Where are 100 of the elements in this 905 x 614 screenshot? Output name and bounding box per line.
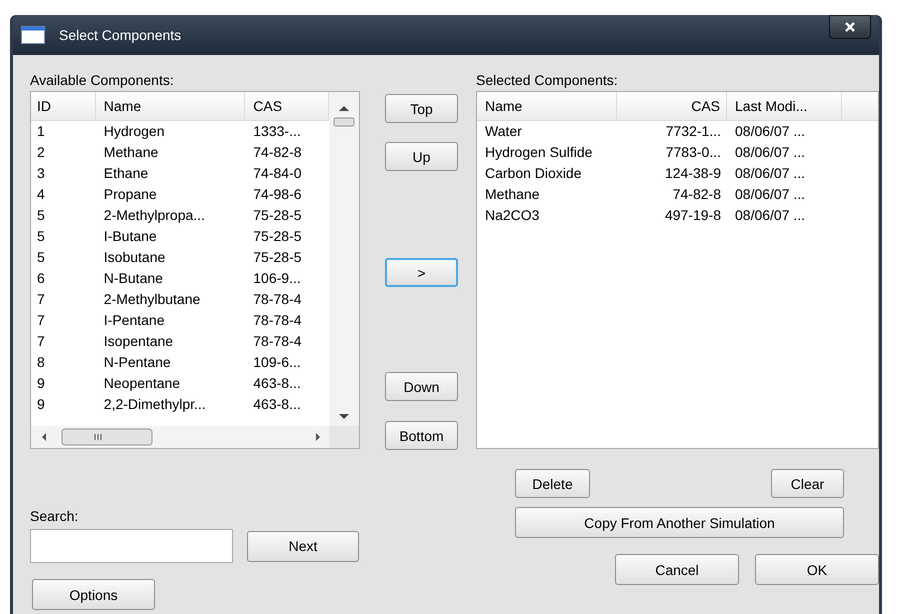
name-cell-text: Na2CO3 — [484, 206, 540, 225]
list-row[interactable]: 7 I-Pentane 78-78-4 — [31, 310, 329, 331]
list-row[interactable]: 9 Neopentane 463-8... — [31, 373, 329, 394]
clear-button[interactable]: Clear — [771, 469, 844, 498]
cas-cell-text: 109-6... — [252, 353, 302, 372]
list-row[interactable]: 7 Isopentane 78-78-4 — [31, 331, 329, 352]
cas-cell-text: 497-19-8 — [664, 206, 722, 225]
list-row[interactable]: Water 7732-1... 08/06/07 ... — [477, 121, 878, 142]
name-cell-text: 2,2-Dimethylpr... — [102, 395, 207, 414]
cas-cell-text: 75-28-5 — [252, 206, 303, 225]
column-header[interactable]: CAS — [617, 92, 727, 120]
name-cell-text: 2-Methylbutane — [102, 290, 202, 309]
scroll-down-icon[interactable] — [339, 414, 349, 419]
scrollbar-corner — [329, 426, 359, 448]
id-cell-text: 8 — [36, 353, 46, 372]
scroll-thumb[interactable] — [62, 428, 152, 446]
name-cell-text: Carbon Dioxide — [484, 164, 582, 183]
cas-cell-text: 7732-1... — [664, 122, 722, 141]
name-cell-text: Ethane — [102, 164, 150, 183]
date-cell-text: 08/06/07 ... — [734, 185, 806, 204]
list-row[interactable]: Hydrogen Sulfide 7783-0... 08/06/07 ... — [477, 142, 878, 163]
name-cell-text: Hydrogen — [102, 122, 166, 141]
name-cell-text: N-Butane — [102, 269, 164, 288]
cas-cell-text: 78-78-4 — [252, 311, 303, 330]
cas-cell-text: 75-28-5 — [252, 227, 303, 246]
list-row[interactable]: 7 2-Methylbutane 78-78-4 — [31, 289, 329, 310]
window-title: Select Components — [59, 27, 182, 43]
column-header[interactable]: Last Modi... — [727, 92, 842, 120]
name-cell-text: Isopentane — [102, 332, 174, 351]
ok-button[interactable]: OK — [755, 554, 879, 585]
list-row[interactable]: Methane 74-82-8 08/06/07 ... — [477, 184, 878, 205]
cas-cell-text: 1333-... — [252, 122, 302, 141]
list-row[interactable]: 1 Hydrogen 1333-... — [31, 121, 329, 142]
name-cell-text: N-Pentane — [102, 353, 172, 372]
list-row[interactable]: 2 Methane 74-82-8 — [31, 142, 329, 163]
scroll-left-icon[interactable] — [42, 433, 46, 441]
list-row[interactable]: 4 Propane 74-98-6 — [31, 184, 329, 205]
cas-cell-text: 463-8... — [252, 374, 302, 393]
list-row[interactable]: Na2CO3 497-19-8 08/06/07 ... — [477, 205, 878, 226]
name-cell-text: 2-Methylpropa... — [102, 206, 206, 225]
horizontal-scrollbar[interactable] — [31, 426, 329, 448]
list-row[interactable]: 3 Ethane 74-84-0 — [31, 163, 329, 184]
id-cell-text: 1 — [36, 122, 46, 141]
list-row[interactable]: Carbon Dioxide 124-38-9 08/06/07 ... — [477, 163, 878, 184]
next-button[interactable]: Next — [247, 530, 359, 562]
id-cell-text: 9 — [36, 374, 46, 393]
list-row[interactable]: 5 I-Butane 75-28-5 — [31, 226, 329, 247]
id-cell-text: 2 — [36, 143, 46, 162]
cas-cell-text: 78-78-4 — [252, 332, 303, 351]
name-cell-text: Water — [484, 122, 523, 141]
name-cell-text: Propane — [102, 185, 158, 204]
date-cell-text: 08/06/07 ... — [734, 206, 806, 225]
column-header[interactable]: Name — [96, 92, 246, 120]
delete-button[interactable]: Delete — [515, 469, 590, 498]
list-row[interactable]: 5 Isobutane 75-28-5 — [31, 247, 329, 268]
cas-cell-text: 74-84-0 — [252, 164, 303, 183]
move-button[interactable]: > — [385, 258, 458, 287]
search-label: Search: — [30, 508, 78, 524]
section-label: Available Components: — [30, 71, 175, 90]
cas-cell-text: 7783-0... — [664, 143, 722, 162]
cancel-button[interactable]: Cancel — [615, 554, 739, 585]
list-row[interactable]: 9 2,2-Dimethylpr... 463-8... — [31, 394, 329, 415]
id-cell-text: 5 — [36, 248, 46, 267]
list-row[interactable]: 6 N-Butane 106-9... — [31, 268, 329, 289]
name-cell-text: I-Butane — [102, 227, 158, 246]
scroll-thumb[interactable] — [334, 118, 354, 126]
date-cell-text: 08/06/07 ... — [734, 122, 806, 141]
date-cell-text: 08/06/07 ... — [734, 164, 806, 183]
name-cell-text: Neopentane — [102, 374, 182, 393]
copy-button[interactable]: Copy From Another Simulation — [515, 507, 844, 538]
cas-cell-text: 106-9... — [252, 269, 302, 288]
cas-cell-text: 78-78-4 — [252, 290, 303, 309]
id-cell-text: 7 — [36, 311, 46, 330]
vertical-scrollbar[interactable] — [329, 92, 359, 426]
name-cell-text: Isobutane — [102, 248, 166, 267]
list-row[interactable]: 5 2-Methylpropa... 75-28-5 — [31, 205, 329, 226]
id-cell-text: 9 — [36, 395, 46, 414]
list-row[interactable]: 8 N-Pentane 109-6... — [31, 352, 329, 373]
cas-cell-text: 463-8... — [252, 395, 302, 414]
close-button[interactable] — [829, 15, 871, 39]
options-button[interactable]: Options — [32, 579, 155, 610]
scroll-right-icon[interactable] — [316, 433, 320, 441]
cas-cell-text: 74-82-8 — [672, 185, 722, 204]
move-button[interactable]: Down — [385, 372, 458, 401]
cas-cell-text: 124-38-9 — [664, 164, 722, 183]
search-field[interactable] — [30, 529, 233, 563]
id-cell-text: 3 — [36, 164, 46, 183]
column-header[interactable]: Name — [477, 92, 617, 120]
close-icon — [844, 21, 856, 33]
move-button[interactable]: Bottom — [385, 421, 458, 450]
move-button[interactable]: Up — [385, 142, 458, 171]
id-cell-text: 7 — [36, 290, 46, 309]
move-button[interactable]: Top — [385, 94, 458, 123]
id-cell-text: 5 — [36, 227, 46, 246]
scroll-up-icon[interactable] — [339, 106, 349, 111]
name-cell-text: Methane — [102, 143, 160, 162]
id-cell-text: 7 — [36, 332, 46, 351]
id-cell-text: 4 — [36, 185, 46, 204]
column-header[interactable]: ID — [31, 92, 96, 120]
section-label: Selected Components: — [476, 71, 619, 90]
